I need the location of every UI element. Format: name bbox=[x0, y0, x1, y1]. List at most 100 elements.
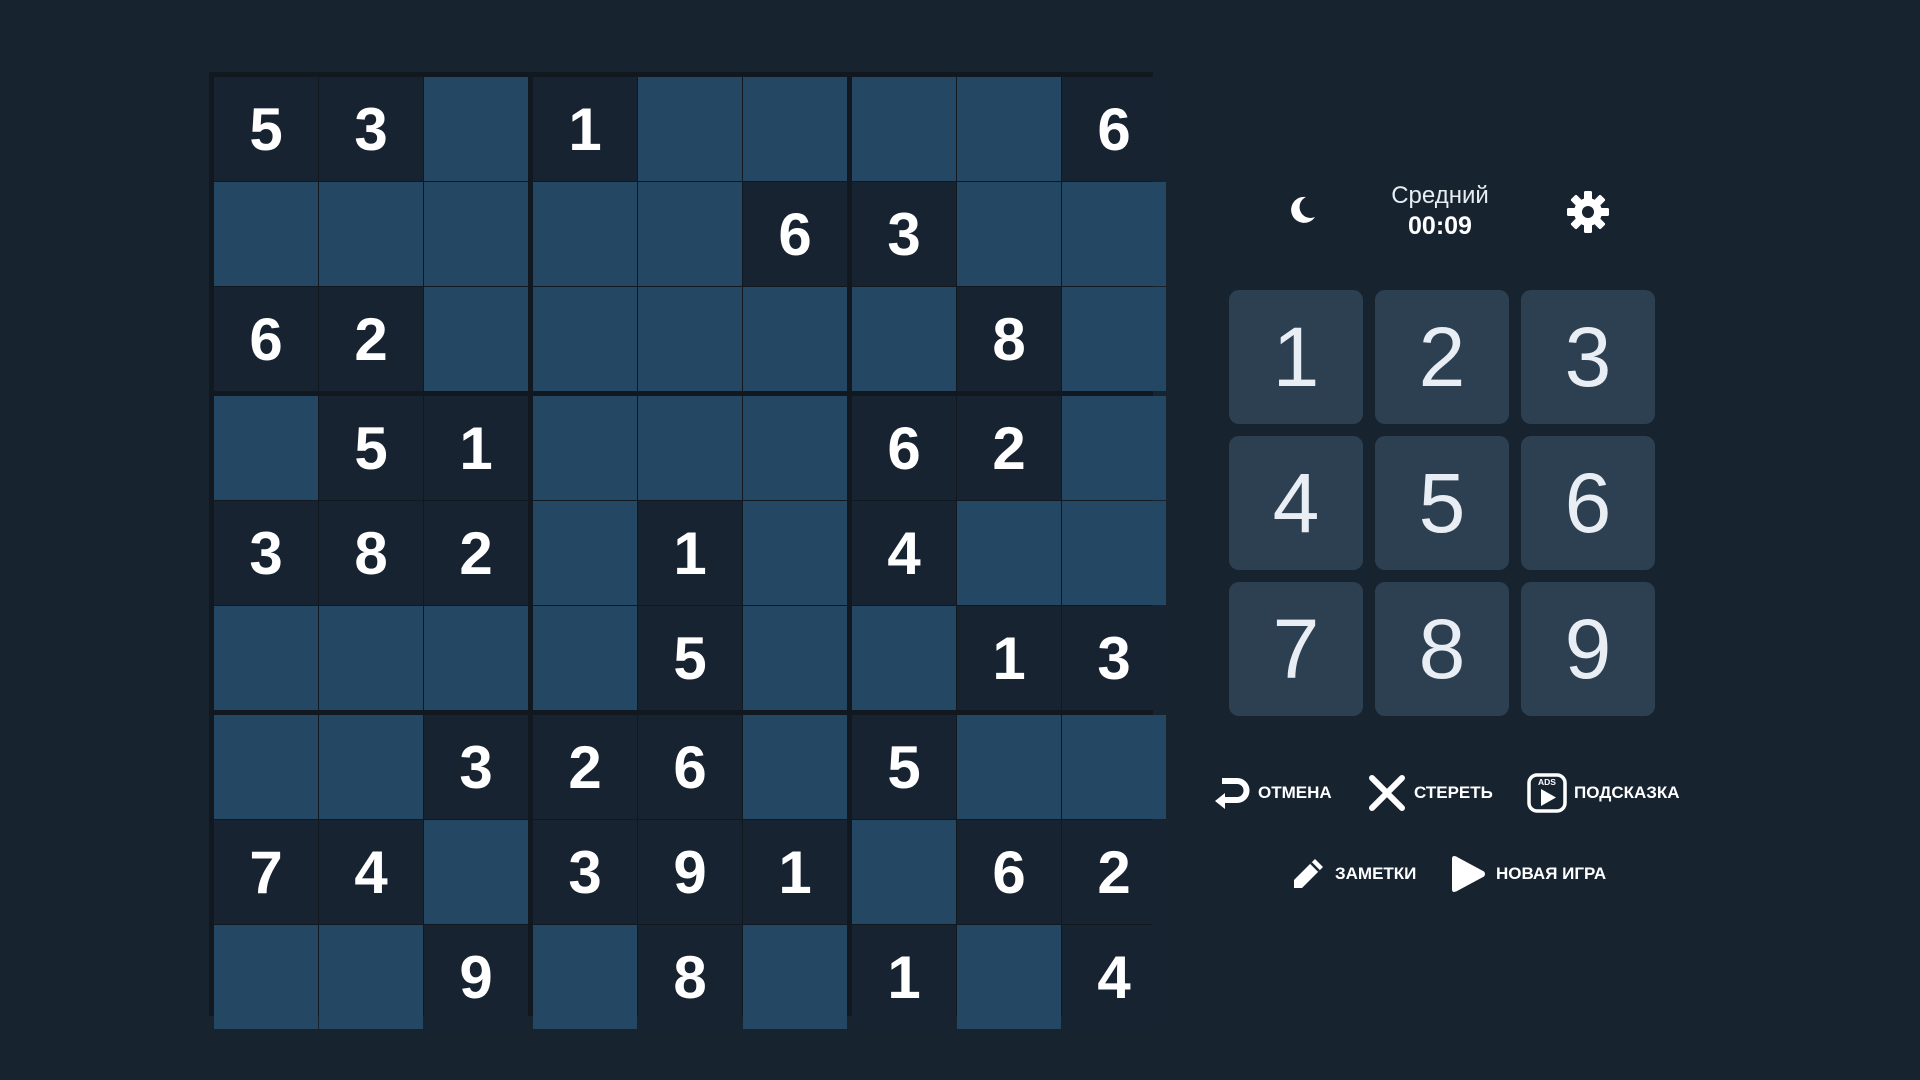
sudoku-cell-r6c6[interactable] bbox=[743, 606, 847, 710]
sudoku-cell-r6c1[interactable] bbox=[214, 606, 318, 710]
sudoku-cell-r8c3[interactable] bbox=[424, 820, 528, 924]
sudoku-cell-r1c5[interactable] bbox=[638, 77, 742, 181]
sudoku-cell-r3c9[interactable] bbox=[1062, 287, 1166, 391]
sudoku-cell-r3c1[interactable]: 6 bbox=[214, 287, 318, 391]
number-key-2[interactable]: 2 bbox=[1375, 290, 1509, 424]
notes-label: ЗАМЕТКИ bbox=[1335, 864, 1417, 883]
sudoku-cell-r1c1[interactable]: 5 bbox=[214, 77, 318, 181]
sudoku-cell-r2c3[interactable] bbox=[424, 182, 528, 286]
sudoku-cell-r4c5[interactable] bbox=[638, 396, 742, 500]
sudoku-cell-r6c8[interactable]: 1 bbox=[957, 606, 1061, 710]
sudoku-cell-r7c7[interactable]: 5 bbox=[852, 715, 956, 819]
sudoku-cell-r4c6[interactable] bbox=[743, 396, 847, 500]
undo-button[interactable]: ОТМЕНА bbox=[1210, 771, 1332, 815]
sudoku-cell-r6c4[interactable] bbox=[533, 606, 637, 710]
sudoku-cell-r1c2[interactable]: 3 bbox=[319, 77, 423, 181]
sudoku-cell-r6c3[interactable] bbox=[424, 606, 528, 710]
sudoku-cell-r8c8[interactable]: 6 bbox=[957, 820, 1061, 924]
erase-button[interactable]: СТЕРЕТЬ bbox=[1366, 771, 1493, 815]
moon-icon[interactable] bbox=[1274, 182, 1330, 238]
sudoku-cell-r6c7[interactable] bbox=[852, 606, 956, 710]
sudoku-cell-r9c9[interactable]: 4 bbox=[1062, 925, 1166, 1029]
sudoku-cell-r7c8[interactable] bbox=[957, 715, 1061, 819]
sudoku-cell-r2c4[interactable] bbox=[533, 182, 637, 286]
sudoku-cell-r9c8[interactable] bbox=[957, 925, 1061, 1029]
sudoku-cell-r9c7[interactable]: 1 bbox=[852, 925, 956, 1029]
sudoku-cell-r7c2[interactable] bbox=[319, 715, 423, 819]
sudoku-cell-r3c2[interactable]: 2 bbox=[319, 287, 423, 391]
number-key-5[interactable]: 5 bbox=[1375, 436, 1509, 570]
sudoku-cell-r1c6[interactable] bbox=[743, 77, 847, 181]
sudoku-cell-r3c8[interactable]: 8 bbox=[957, 287, 1061, 391]
sudoku-cell-r6c9[interactable]: 3 bbox=[1062, 606, 1166, 710]
sudoku-cell-r5c3[interactable]: 2 bbox=[424, 501, 528, 605]
sudoku-cell-r7c1[interactable] bbox=[214, 715, 318, 819]
sudoku-cell-r7c4[interactable]: 2 bbox=[533, 715, 637, 819]
sudoku-cell-r9c4[interactable] bbox=[533, 925, 637, 1029]
sudoku-cell-r7c6[interactable] bbox=[743, 715, 847, 819]
hint-label: ПОДСКАЗКА bbox=[1574, 783, 1680, 802]
sudoku-cell-r3c4[interactable] bbox=[533, 287, 637, 391]
sudoku-cell-r5c6[interactable] bbox=[743, 501, 847, 605]
sudoku-cell-r3c7[interactable] bbox=[852, 287, 956, 391]
number-key-8[interactable]: 8 bbox=[1375, 582, 1509, 716]
sudoku-cell-r4c2[interactable]: 5 bbox=[319, 396, 423, 500]
sudoku-cell-r1c9[interactable]: 6 bbox=[1062, 77, 1166, 181]
sudoku-cell-r1c7[interactable] bbox=[852, 77, 956, 181]
sudoku-cell-r1c4[interactable]: 1 bbox=[533, 77, 637, 181]
sudoku-cell-r5c7[interactable]: 4 bbox=[852, 501, 956, 605]
sudoku-cell-r5c4[interactable] bbox=[533, 501, 637, 605]
new-game-button[interactable]: НОВАЯ ИГРА bbox=[1448, 852, 1606, 896]
sudoku-cell-r5c8[interactable] bbox=[957, 501, 1061, 605]
hint-button[interactable]: ADS ПОДСКАЗКА bbox=[1526, 771, 1680, 815]
sudoku-cell-r8c2[interactable]: 4 bbox=[319, 820, 423, 924]
sudoku-cell-r8c7[interactable] bbox=[852, 820, 956, 924]
sudoku-cell-r8c4[interactable]: 3 bbox=[533, 820, 637, 924]
sudoku-cell-r7c5[interactable]: 6 bbox=[638, 715, 742, 819]
sudoku-cell-r6c5[interactable]: 5 bbox=[638, 606, 742, 710]
sudoku-cell-r2c6[interactable]: 6 bbox=[743, 182, 847, 286]
sudoku-cell-r1c8[interactable] bbox=[957, 77, 1061, 181]
sudoku-cell-r2c7[interactable]: 3 bbox=[852, 182, 956, 286]
number-key-1[interactable]: 1 bbox=[1229, 290, 1363, 424]
sudoku-cell-r5c1[interactable]: 3 bbox=[214, 501, 318, 605]
notes-button[interactable]: ЗАМЕТКИ bbox=[1287, 852, 1416, 896]
sudoku-cell-r9c1[interactable] bbox=[214, 925, 318, 1029]
sudoku-cell-r9c3[interactable]: 9 bbox=[424, 925, 528, 1029]
sudoku-cell-r5c5[interactable]: 1 bbox=[638, 501, 742, 605]
sudoku-cell-r3c6[interactable] bbox=[743, 287, 847, 391]
status-bar: Средний 00:09 bbox=[1260, 170, 1620, 254]
sudoku-cell-r3c3[interactable] bbox=[424, 287, 528, 391]
sudoku-cell-r8c5[interactable]: 9 bbox=[638, 820, 742, 924]
sudoku-cell-r2c5[interactable] bbox=[638, 182, 742, 286]
sudoku-cell-r5c9[interactable] bbox=[1062, 501, 1166, 605]
sudoku-cell-r2c1[interactable] bbox=[214, 182, 318, 286]
number-key-7[interactable]: 7 bbox=[1229, 582, 1363, 716]
sudoku-cell-r1c3[interactable] bbox=[424, 77, 528, 181]
sudoku-cell-r7c9[interactable] bbox=[1062, 715, 1166, 819]
sudoku-cell-r2c2[interactable] bbox=[319, 182, 423, 286]
number-key-3[interactable]: 3 bbox=[1521, 290, 1655, 424]
sudoku-cell-r9c2[interactable] bbox=[319, 925, 423, 1029]
sudoku-cell-r7c3[interactable]: 3 bbox=[424, 715, 528, 819]
number-key-4[interactable]: 4 bbox=[1229, 436, 1363, 570]
sudoku-cell-r5c2[interactable]: 8 bbox=[319, 501, 423, 605]
sudoku-cell-r8c1[interactable]: 7 bbox=[214, 820, 318, 924]
sudoku-cell-r2c8[interactable] bbox=[957, 182, 1061, 286]
sudoku-cell-r2c9[interactable] bbox=[1062, 182, 1166, 286]
number-key-6[interactable]: 6 bbox=[1521, 436, 1655, 570]
sudoku-cell-r9c5[interactable]: 8 bbox=[638, 925, 742, 1029]
sudoku-cell-r6c2[interactable] bbox=[319, 606, 423, 710]
gear-icon[interactable] bbox=[1560, 184, 1616, 240]
sudoku-cell-r4c9[interactable] bbox=[1062, 396, 1166, 500]
sudoku-cell-r9c6[interactable] bbox=[743, 925, 847, 1029]
sudoku-cell-r8c6[interactable]: 1 bbox=[743, 820, 847, 924]
sudoku-cell-r4c4[interactable] bbox=[533, 396, 637, 500]
sudoku-cell-r3c5[interactable] bbox=[638, 287, 742, 391]
sudoku-cell-r8c9[interactable]: 2 bbox=[1062, 820, 1166, 924]
sudoku-cell-r4c8[interactable]: 2 bbox=[957, 396, 1061, 500]
sudoku-cell-r4c1[interactable] bbox=[214, 396, 318, 500]
sudoku-cell-r4c7[interactable]: 6 bbox=[852, 396, 956, 500]
number-key-9[interactable]: 9 bbox=[1521, 582, 1655, 716]
sudoku-cell-r4c3[interactable]: 1 bbox=[424, 396, 528, 500]
